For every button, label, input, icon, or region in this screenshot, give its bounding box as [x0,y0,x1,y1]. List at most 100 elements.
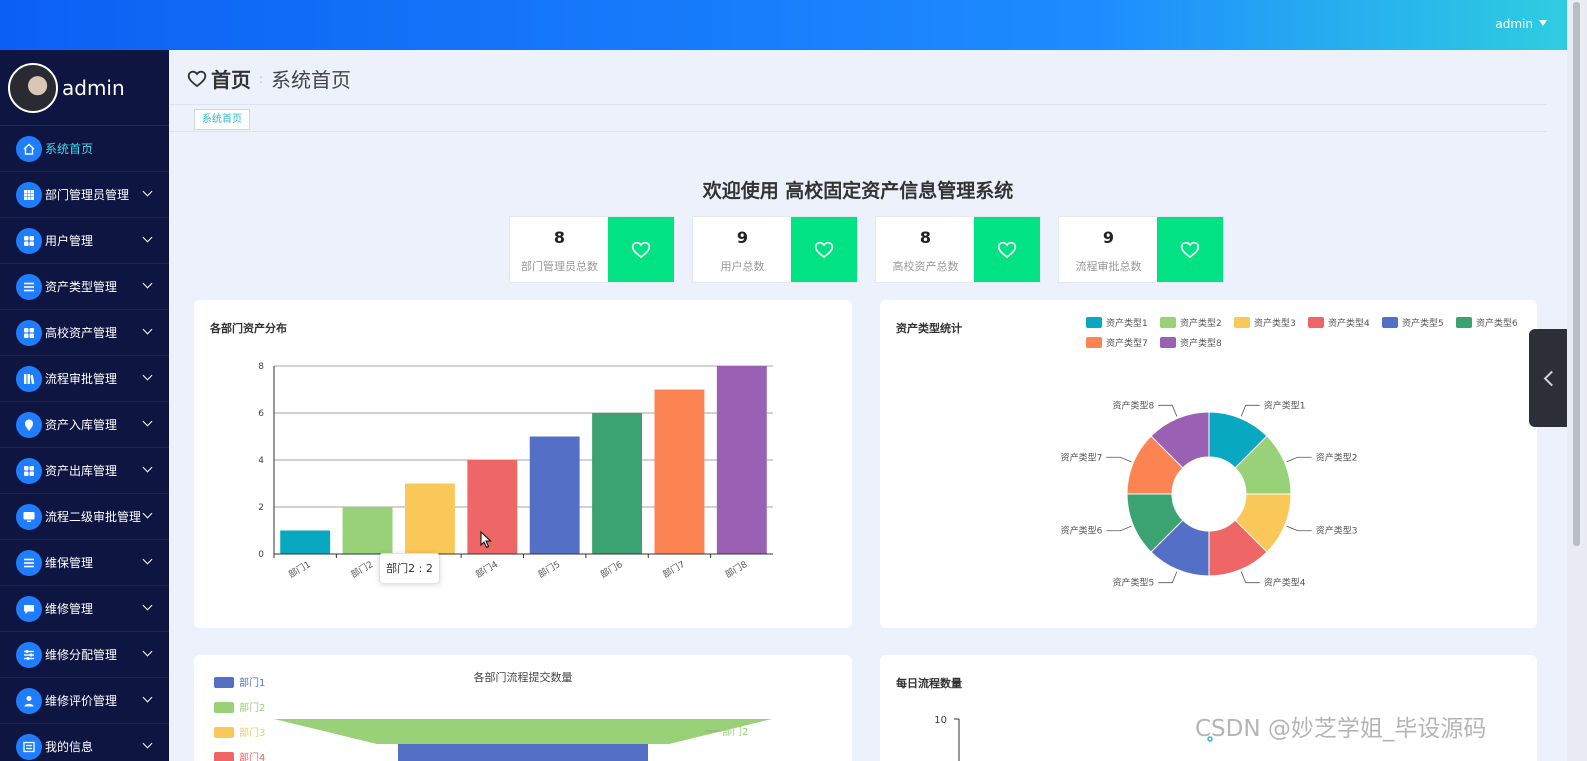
page-scrollbar[interactable] [1567,0,1587,761]
bar[interactable] [280,530,331,555]
legend-label[interactable]: 部门4 [239,751,265,761]
legend-swatch[interactable] [214,677,234,688]
chevron-down-icon [142,324,153,335]
profile-card-icon [16,733,42,760]
bar[interactable] [529,436,580,555]
y-tick-label: 4 [258,456,264,466]
apps-icon [16,319,42,346]
chevron-down-icon [142,186,153,197]
chevron-down-icon [142,232,153,243]
legend-label[interactable]: 资产类型1 [1106,317,1148,329]
stat-icon-box [608,217,674,282]
sidebar-item-10[interactable]: 维修管理 [0,586,169,632]
funnel-segment[interactable] [398,744,648,761]
legend-swatch[interactable] [1308,317,1324,328]
bar[interactable] [467,460,518,554]
legend-swatch[interactable] [1456,317,1472,328]
legend-label[interactable]: 资产类型5 [1402,317,1444,329]
heart-icon [997,241,1017,258]
sidebar-item-8[interactable]: 流程二级审批管理 [0,494,169,540]
heart-icon [631,241,651,258]
y-tick-label: 2 [258,503,264,513]
location-pin-icon [16,411,42,438]
legend-swatch[interactable] [1234,317,1250,328]
legend-swatch[interactable] [1160,337,1176,348]
bar[interactable] [654,389,705,555]
slice-label: 资产类型4 [1264,577,1306,589]
slice-label: 资产类型6 [1061,525,1103,537]
sidebar-item-0[interactable]: 系统首页 [0,126,169,172]
tag-home[interactable]: 系统首页 [194,109,250,130]
legend-label[interactable]: 部门2 [239,701,265,714]
legend-swatch[interactable] [214,702,234,713]
sidebar-item-3[interactable]: 资产类型管理 [0,264,169,310]
legend-label[interactable]: 资产类型2 [1180,317,1222,329]
line-chart-card: 每日流程数量 10 [880,655,1537,761]
legend-swatch[interactable] [214,752,234,761]
sidebar-menu: 系统首页 部门管理员管理 用户管理资产类型管理高校资产管理流程审批管理资产入库管理资… [0,126,169,761]
user-menu[interactable]: admin [1495,17,1547,31]
legend-swatch[interactable] [1382,317,1398,328]
bar[interactable] [716,366,767,554]
legend-label[interactable]: 资产类型3 [1254,317,1296,329]
sidebar-item-label: 流程审批管理 [45,372,118,386]
page-title: 首页 [211,68,251,92]
legend-label[interactable]: 资产类型8 [1180,337,1222,349]
slice-label: 资产类型3 [1316,525,1358,537]
mouse-cursor-icon [480,531,492,549]
sidebar-item-label: 维修评价管理 [45,694,118,708]
sidebar-item-1[interactable]: 部门管理员管理 [0,172,169,218]
chart-title: 各部门流程提交数量 [474,670,573,684]
heart-icon [814,241,834,258]
bar[interactable] [592,413,643,554]
legend-label[interactable]: 部门3 [239,726,265,739]
legend-swatch[interactable] [1086,337,1102,348]
bar[interactable] [404,483,455,555]
pie-chart-card: 资产类型统计 资产类型1 资产类型2 资产类型3 资产类型4 资产类型5 资产类型6 资产类… [880,300,1537,628]
sidebar-item-12[interactable]: 维修评价管理 [0,678,169,724]
chat-icon [16,595,42,622]
scrollbar-thumb[interactable] [1573,2,1580,546]
stat-icon-box [974,217,1040,282]
user-menu-label: admin [1495,17,1533,31]
bar-chart-card: 各部门资产分布 02468部门1部门2部门3部门4部门5部门6部门7部门8 [194,300,852,628]
pie-chart: 资产类型1 资产类型2 资产类型3 资产类型4 资产类型5 资产类型6 资产类型7 资产类型8… [1061,317,1518,589]
chevron-down-icon [142,554,153,565]
legend-label[interactable]: 资产类型4 [1328,317,1370,329]
collapse-panel-button[interactable] [1529,329,1567,427]
legend-label[interactable]: 资产类型7 [1106,337,1148,349]
y-tick-label: 8 [258,362,264,372]
chevron-down-icon [142,416,153,427]
sidebar-item-4[interactable]: 高校资产管理 [0,310,169,356]
stat-card: 9 用户总数 [692,216,858,283]
sidebar-item-7[interactable]: 资产出库管理 [0,448,169,494]
sidebar-item-11[interactable]: 维修分配管理 [0,632,169,678]
funnel-chart-card: 各部门流程提交数量 部门1 部门2 部门3 部门4 部门2 [194,655,852,761]
stat-label: 部门管理员总数 [521,260,598,273]
slice-label-line [1286,456,1312,463]
bar[interactable] [342,507,393,554]
slice-label-line [1286,525,1312,532]
sidebar-item-9[interactable]: 维保管理 [0,540,169,586]
legend-label[interactable]: 资产类型6 [1476,317,1518,329]
welcome-title: 欢迎使用 高校固定资产信息管理系统 [702,180,1014,202]
x-tick-label: 部门4 [473,558,500,580]
sidebar-item-2[interactable]: 用户管理 [0,218,169,264]
chevron-down-icon [142,278,153,289]
slice-label-line [1158,571,1178,584]
sidebar-item-13[interactable]: 我的信息 [0,724,169,761]
sidebar-item-6[interactable]: 资产入库管理 [0,402,169,448]
legend-swatch[interactable] [214,727,234,738]
chevron-left-icon [1543,370,1559,386]
sidebar-item-label: 资产类型管理 [45,280,118,294]
top-bar: admin [0,0,1567,50]
legend-swatch[interactable] [1160,317,1176,328]
legend-swatch[interactable] [1086,317,1102,328]
funnel-segment[interactable] [274,719,772,744]
legend-label[interactable]: 部门1 [239,676,265,689]
x-tick-label: 部门5 [536,558,563,580]
stat-label: 用户总数 [720,260,765,273]
sidebar-item-label: 维修分配管理 [45,648,118,662]
sidebar-item-label: 维修管理 [45,602,94,616]
sidebar-item-5[interactable]: 流程审批管理 [0,356,169,402]
